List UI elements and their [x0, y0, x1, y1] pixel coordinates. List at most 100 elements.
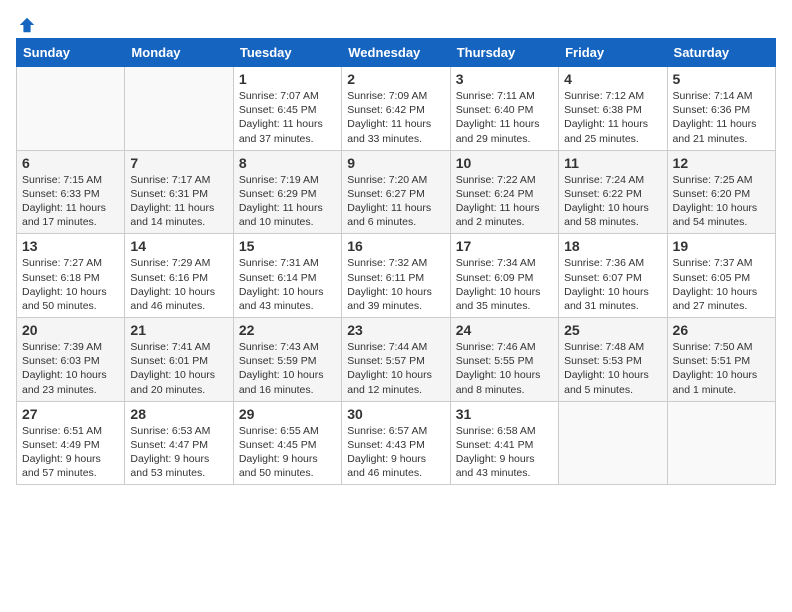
day-info: Sunrise: 7:15 AM Sunset: 6:33 PM Dayligh… [22, 173, 119, 230]
day-info: Sunrise: 7:20 AM Sunset: 6:27 PM Dayligh… [347, 173, 444, 230]
calendar-cell: 4 Sunrise: 7:12 AM Sunset: 6:38 PM Daylig… [559, 67, 667, 151]
calendar-cell: 23Sunrise: 7:44 AM Sunset: 5:57 PM Dayli… [342, 318, 450, 402]
day-info: Sunrise: 7:39 AM Sunset: 6:03 PM Dayligh… [22, 340, 119, 397]
calendar-cell: 22 Sunrise: 7:43 AM Sunset: 5:59 PM Dayli… [233, 318, 341, 402]
calendar-cell [17, 67, 125, 151]
day-number: 3 [456, 71, 553, 87]
day-info: Sunrise: 7:17 AM Sunset: 6:31 PM Dayligh… [130, 173, 227, 230]
day-number: 25 [564, 322, 661, 338]
calendar-cell: 16 Sunrise: 7:32 AM Sunset: 6:11 PM Dayli… [342, 234, 450, 318]
calendar-cell: 26Sunrise: 7:50 AM Sunset: 5:51 PM Dayli… [667, 318, 775, 402]
day-number: 24 [456, 322, 553, 338]
day-info: Sunrise: 7:12 AM Sunset: 6:38 PM Dayligh… [564, 89, 661, 146]
day-number: 12 [673, 155, 770, 171]
calendar-cell [559, 401, 667, 485]
calendar-cell: 1 Sunrise: 7:07 AM Sunset: 6:45 PM Daylig… [233, 67, 341, 151]
calendar-cell: 7 Sunrise: 7:17 AM Sunset: 6:31 PM Daylig… [125, 150, 233, 234]
calendar-table: SundayMondayTuesdayWednesdayThursdayFrid… [16, 38, 776, 485]
logo [16, 16, 36, 30]
weekday-header-sunday: Sunday [17, 39, 125, 67]
day-info: Sunrise: 7:27 AM Sunset: 6:18 PM Dayligh… [22, 256, 119, 313]
day-info: Sunrise: 7:19 AM Sunset: 6:29 PM Dayligh… [239, 173, 336, 230]
calendar-cell: 5 Sunrise: 7:14 AM Sunset: 6:36 PM Daylig… [667, 67, 775, 151]
day-number: 10 [456, 155, 553, 171]
calendar-cell [125, 67, 233, 151]
calendar-cell: 12 Sunrise: 7:25 AM Sunset: 6:20 PM Dayli… [667, 150, 775, 234]
day-number: 29 [239, 406, 336, 422]
day-info: Sunrise: 6:57 AM Sunset: 4:43 PM Dayligh… [347, 424, 444, 481]
day-number: 9 [347, 155, 444, 171]
calendar-cell: 2Sunrise: 7:09 AM Sunset: 6:42 PM Daylig… [342, 67, 450, 151]
calendar-cell: 28 Sunrise: 6:53 AM Sunset: 4:47 PM Dayli… [125, 401, 233, 485]
day-info: Sunrise: 7:32 AM Sunset: 6:11 PM Dayligh… [347, 256, 444, 313]
day-info: Sunrise: 7:36 AM Sunset: 6:07 PM Dayligh… [564, 256, 661, 313]
week-row-5: 27 Sunrise: 6:51 AM Sunset: 4:49 PM Dayli… [17, 401, 776, 485]
day-number: 13 [22, 238, 119, 254]
weekday-header-friday: Friday [559, 39, 667, 67]
day-number: 2 [347, 71, 444, 87]
day-number: 18 [564, 238, 661, 254]
day-info: Sunrise: 6:53 AM Sunset: 4:47 PM Dayligh… [130, 424, 227, 481]
day-info: Sunrise: 7:25 AM Sunset: 6:20 PM Dayligh… [673, 173, 770, 230]
page-header [16, 16, 776, 30]
calendar-cell: 19 Sunrise: 7:37 AM Sunset: 6:05 PM Dayli… [667, 234, 775, 318]
day-info: Sunrise: 6:55 AM Sunset: 4:45 PM Dayligh… [239, 424, 336, 481]
weekday-header-saturday: Saturday [667, 39, 775, 67]
day-number: 15 [239, 238, 336, 254]
day-info: Sunrise: 7:43 AM Sunset: 5:59 PM Dayligh… [239, 340, 336, 397]
week-row-4: 20 Sunrise: 7:39 AM Sunset: 6:03 PM Dayli… [17, 318, 776, 402]
day-number: 28 [130, 406, 227, 422]
day-info: Sunrise: 7:31 AM Sunset: 6:14 PM Dayligh… [239, 256, 336, 313]
day-number: 20 [22, 322, 119, 338]
day-number: 19 [673, 238, 770, 254]
day-number: 8 [239, 155, 336, 171]
day-info: Sunrise: 6:58 AM Sunset: 4:41 PM Dayligh… [456, 424, 553, 481]
day-number: 11 [564, 155, 661, 171]
calendar-cell: 13 Sunrise: 7:27 AM Sunset: 6:18 PM Dayli… [17, 234, 125, 318]
calendar-cell: 29 Sunrise: 6:55 AM Sunset: 4:45 PM Dayli… [233, 401, 341, 485]
day-number: 27 [22, 406, 119, 422]
day-number: 17 [456, 238, 553, 254]
day-info: Sunrise: 7:37 AM Sunset: 6:05 PM Dayligh… [673, 256, 770, 313]
day-info: Sunrise: 7:46 AM Sunset: 5:55 PM Dayligh… [456, 340, 553, 397]
day-number: 5 [673, 71, 770, 87]
day-number: 16 [347, 238, 444, 254]
calendar-cell: 8 Sunrise: 7:19 AM Sunset: 6:29 PM Daylig… [233, 150, 341, 234]
weekday-header-row: SundayMondayTuesdayWednesdayThursdayFrid… [17, 39, 776, 67]
calendar-cell: 11 Sunrise: 7:24 AM Sunset: 6:22 PM Dayli… [559, 150, 667, 234]
day-info: Sunrise: 7:22 AM Sunset: 6:24 PM Dayligh… [456, 173, 553, 230]
calendar-cell: 24 Sunrise: 7:46 AM Sunset: 5:55 PM Dayli… [450, 318, 558, 402]
day-number: 22 [239, 322, 336, 338]
week-row-2: 6Sunrise: 7:15 AM Sunset: 6:33 PM Daylig… [17, 150, 776, 234]
calendar-cell: 15 Sunrise: 7:31 AM Sunset: 6:14 PM Dayli… [233, 234, 341, 318]
weekday-header-monday: Monday [125, 39, 233, 67]
calendar-cell: 25 Sunrise: 7:48 AM Sunset: 5:53 PM Dayli… [559, 318, 667, 402]
day-info: Sunrise: 7:41 AM Sunset: 6:01 PM Dayligh… [130, 340, 227, 397]
day-info: Sunrise: 7:24 AM Sunset: 6:22 PM Dayligh… [564, 173, 661, 230]
day-number: 4 [564, 71, 661, 87]
day-info: Sunrise: 7:29 AM Sunset: 6:16 PM Dayligh… [130, 256, 227, 313]
calendar-cell: 30 Sunrise: 6:57 AM Sunset: 4:43 PM Dayli… [342, 401, 450, 485]
day-number: 14 [130, 238, 227, 254]
day-info: Sunrise: 7:48 AM Sunset: 5:53 PM Dayligh… [564, 340, 661, 397]
day-info: Sunrise: 7:34 AM Sunset: 6:09 PM Dayligh… [456, 256, 553, 313]
week-row-3: 13 Sunrise: 7:27 AM Sunset: 6:18 PM Dayli… [17, 234, 776, 318]
day-info: Sunrise: 7:11 AM Sunset: 6:40 PM Dayligh… [456, 89, 553, 146]
day-number: 23 [347, 322, 444, 338]
logo-icon [18, 16, 36, 34]
calendar-cell: 17 Sunrise: 7:34 AM Sunset: 6:09 PM Dayli… [450, 234, 558, 318]
day-number: 1 [239, 71, 336, 87]
weekday-header-wednesday: Wednesday [342, 39, 450, 67]
calendar-cell: 9 Sunrise: 7:20 AM Sunset: 6:27 PM Daylig… [342, 150, 450, 234]
day-info: Sunrise: 7:14 AM Sunset: 6:36 PM Dayligh… [673, 89, 770, 146]
calendar-cell: 14 Sunrise: 7:29 AM Sunset: 6:16 PM Dayli… [125, 234, 233, 318]
calendar-cell: 20 Sunrise: 7:39 AM Sunset: 6:03 PM Dayli… [17, 318, 125, 402]
day-info: Sunrise: 6:51 AM Sunset: 4:49 PM Dayligh… [22, 424, 119, 481]
day-number: 7 [130, 155, 227, 171]
day-number: 26 [673, 322, 770, 338]
day-info: Sunrise: 7:07 AM Sunset: 6:45 PM Dayligh… [239, 89, 336, 146]
day-number: 30 [347, 406, 444, 422]
calendar-cell: 6Sunrise: 7:15 AM Sunset: 6:33 PM Daylig… [17, 150, 125, 234]
calendar-cell: 31Sunrise: 6:58 AM Sunset: 4:41 PM Dayli… [450, 401, 558, 485]
calendar-cell [667, 401, 775, 485]
